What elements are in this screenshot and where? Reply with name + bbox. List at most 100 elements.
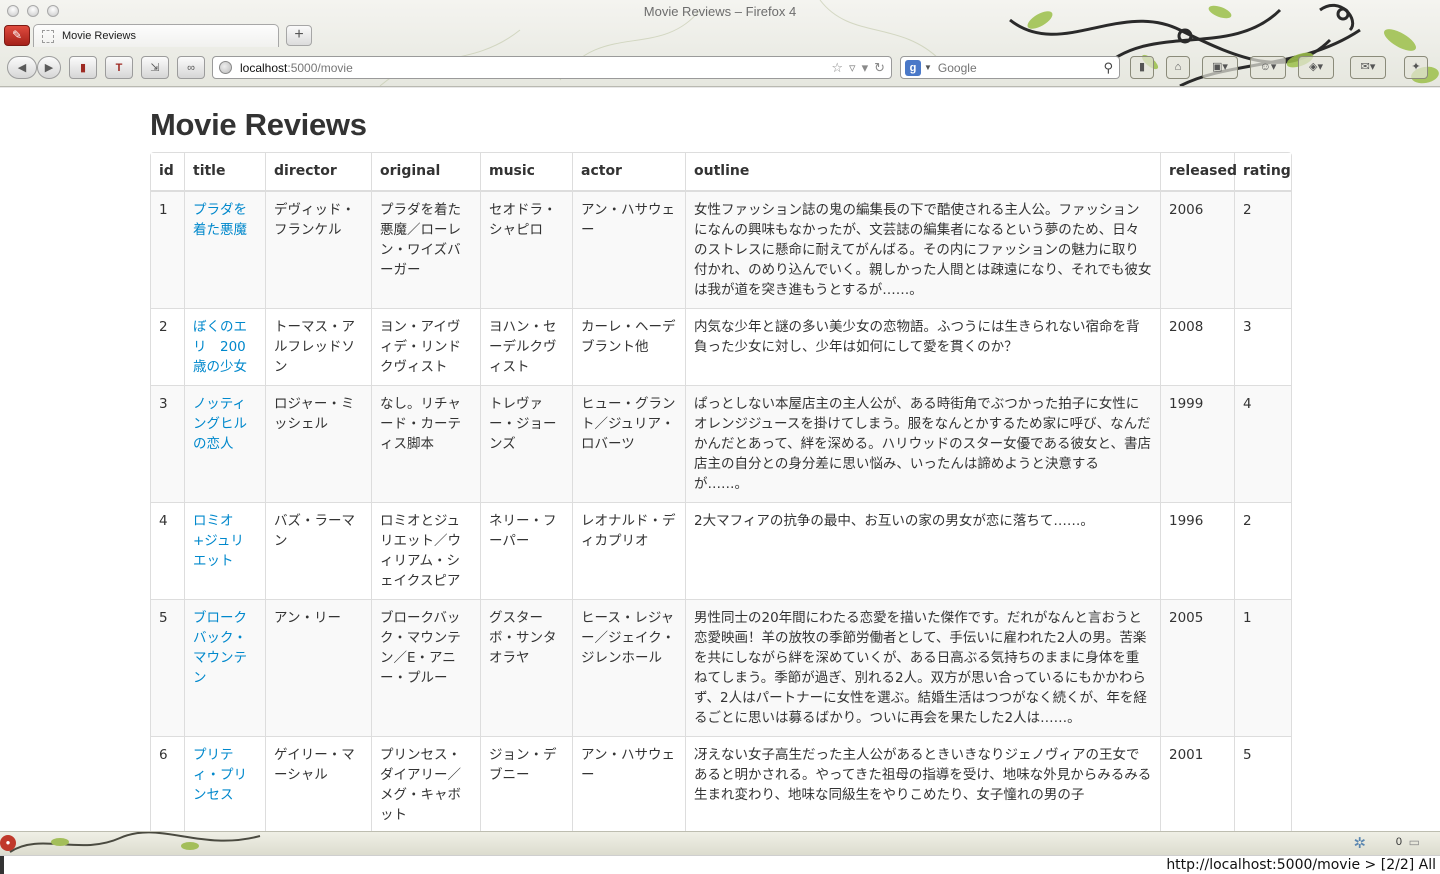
addon-button-1[interactable]: ▮ <box>69 56 97 79</box>
cell-original: プリンセス・ダイアリー／メグ・キャボット <box>371 736 480 831</box>
addon-button-2[interactable]: T <box>105 56 133 79</box>
plugin-button[interactable]: ◈▾ <box>1298 56 1334 79</box>
page-favicon-icon <box>42 29 54 43</box>
addon-dropdown-button[interactable]: ▣▾ <box>1202 56 1238 79</box>
cell-actor: アン・ハサウェー <box>572 191 685 308</box>
cell-director: アン・リー <box>265 599 371 736</box>
addon-button-3[interactable]: ⇲ <box>141 56 169 79</box>
pocket-icon[interactable]: ▿ <box>849 60 856 76</box>
movie-title-link[interactable]: ノッティングヒルの恋人 <box>193 396 247 452</box>
cell-id: 1 <box>151 191 184 308</box>
back-arrow-icon: ◀ <box>17 62 27 74</box>
addon-button-4[interactable]: ∞ <box>177 56 205 79</box>
notification-count: 0 <box>1395 836 1402 848</box>
link-icon: ∞ <box>187 61 195 74</box>
extension-icon: ✦ <box>1411 61 1421 73</box>
status-text: http://localhost:5000/movie > [2/2] All <box>1166 857 1436 873</box>
plugin-icon: ◈▾ <box>1309 61 1323 73</box>
monkey-icon: ☺▾ <box>1259 61 1277 73</box>
cell-director: バズ・ラーマン <box>265 502 371 599</box>
url-bar-icons: ☆ ▿ ▾ ↻ <box>831 60 891 76</box>
chevron-down-icon[interactable]: ▼ <box>924 63 932 72</box>
bookmark-star-icon[interactable]: ☆ <box>831 60 843 76</box>
search-bar[interactable]: g ▼ ⚲ <box>900 56 1120 79</box>
cell-music: ネリー・フーパー <box>480 502 572 599</box>
cell-title: ぼくのエリ 200歳の少女 <box>184 308 265 385</box>
site-identity-icon[interactable] <box>219 61 232 74</box>
forward-button[interactable]: ▶ <box>37 56 61 79</box>
table-header-row: id title director original music actor outline… <box>151 153 1291 191</box>
firefox-app-menu-button[interactable]: ✎ <box>4 25 30 46</box>
dropdown-chevron-icon[interactable]: ▾ <box>862 60 869 76</box>
google-engine-icon[interactable]: g <box>905 59 921 76</box>
url-bar[interactable]: localhost:5000/movie ☆ ▿ ▾ ↻ <box>212 56 892 79</box>
monkey-button[interactable]: ☺▾ <box>1250 56 1286 79</box>
cell-music: セオドラ・シャピロ <box>480 191 572 308</box>
cell-rating: 2 <box>1234 191 1291 308</box>
url-host: localhost <box>240 60 288 75</box>
search-icon[interactable]: ⚲ <box>1103 60 1119 76</box>
new-tab-button[interactable]: + <box>286 25 312 46</box>
home-button[interactable]: ⌂ <box>1166 56 1190 79</box>
cell-rating: 4 <box>1234 385 1291 502</box>
search-input[interactable] <box>937 60 1104 75</box>
cell-music: ヨハン・セーデルクヴィスト <box>480 308 572 385</box>
forward-arrow-icon: ▶ <box>44 62 54 74</box>
cell-id: 5 <box>151 599 184 736</box>
mail-icon: ✉▾ <box>1360 61 1376 73</box>
movie-title-link[interactable]: ブロークバック・マウンテン <box>193 610 247 686</box>
cell-outline: 内気な少年と謎の多い美少女の恋物語。ふつうには生きられない宿命を背負った少女に対… <box>685 308 1160 385</box>
addon-stop-icon[interactable]: ● <box>0 835 16 851</box>
browser-toolbar: Movie Reviews – Firefox 4 ✎ Movie Review… <box>0 0 1440 87</box>
table-row: 5 ブロークバック・マウンテン アン・リー ブロークバック・マウンテン／E・アニー・プ… <box>151 599 1291 736</box>
url-path: :5000/movie <box>287 60 353 75</box>
column-header-actor: actor <box>572 153 685 191</box>
cell-released: 1999 <box>1160 385 1234 502</box>
cell-original: プラダを着た悪魔／ローレン・ワイズバーガー <box>371 191 480 308</box>
cell-id: 3 <box>151 385 184 502</box>
cell-director: トーマス・アルフレッドソン <box>265 308 371 385</box>
cell-rating: 5 <box>1234 736 1291 831</box>
cell-outline: 男性同士の20年間にわたる恋愛を描いた傑作です。だれがなんと言おうと恋愛映画！羊… <box>685 599 1160 736</box>
movie-title-link[interactable]: ぼくのエリ 200歳の少女 <box>193 319 247 375</box>
extra-button[interactable]: ✦ <box>1404 56 1428 79</box>
movie-title-link[interactable]: プリティ・プリンセス <box>193 747 247 803</box>
export-icon: ⇲ <box>150 62 160 74</box>
cell-rating: 2 <box>1234 502 1291 599</box>
cell-outline: ぱっとしない本屋店主の主人公が、ある時街角でぶつかった拍子に女性にオレンジジュー… <box>685 385 1160 502</box>
speech-bubble-icon[interactable]: ▭ <box>1409 835 1420 849</box>
cell-actor: ヒュー・グラント／ジュリア・ロバーツ <box>572 385 685 502</box>
cell-actor: レオナルド・ディカプリオ <box>572 502 685 599</box>
movie-title-link[interactable]: プラダを着た悪魔 <box>193 202 247 238</box>
movie-title-link[interactable]: ロミオ+ジュリエット <box>193 513 244 569</box>
bookmarks-button[interactable]: ▮ <box>1130 56 1154 79</box>
addon-bar-decoration <box>9 832 261 853</box>
column-header-original: original <box>371 153 480 191</box>
table-row: 2 ぼくのエリ 200歳の少女 トーマス・アルフレッドソン ヨン・アイヴィデ・リンドク… <box>151 308 1291 385</box>
status-bar-corner <box>0 856 4 874</box>
cell-released: 2008 <box>1160 308 1234 385</box>
column-header-music: music <box>480 153 572 191</box>
mail-button[interactable]: ✉▾ <box>1350 56 1386 79</box>
status-bar: http://localhost:5000/movie > [2/2] All <box>0 855 1440 874</box>
page-container: Movie Reviews id title director original mus… <box>150 88 1292 831</box>
tab-movie-reviews[interactable]: Movie Reviews <box>33 24 279 47</box>
url-text[interactable]: localhost:5000/movie <box>240 61 831 75</box>
cell-outline: 女性ファッション誌の鬼の編集長の下で酷使される主人公。ファッションになんの興味も… <box>685 191 1160 308</box>
movie-reviews-table: id title director original music actor outline… <box>150 152 1292 831</box>
back-button[interactable]: ◀ <box>7 56 37 79</box>
column-header-title: title <box>184 153 265 191</box>
cell-rating: 1 <box>1234 599 1291 736</box>
gear-icon[interactable]: ✲ <box>1353 834 1366 852</box>
column-header-director: director <box>265 153 371 191</box>
cell-original: ロミオとジュリエット／ウィリアム・シェイクスピア <box>371 502 480 599</box>
cell-actor: ヒース・レジャー／ジェイク・ジレンホール <box>572 599 685 736</box>
book-icon: ▮ <box>79 62 87 74</box>
cell-music: トレヴァー・ジョーンズ <box>480 385 572 502</box>
cell-director: デヴィッド・フランケル <box>265 191 371 308</box>
reload-icon[interactable]: ↻ <box>874 60 885 76</box>
table-row: 6 プリティ・プリンセス ゲイリー・マーシャル プリンセス・ダイアリー／メグ・キャボッ… <box>151 736 1291 831</box>
tool-icon: T <box>115 61 123 74</box>
cell-original: ヨン・アイヴィデ・リンドクヴィスト <box>371 308 480 385</box>
table-row: 1 プラダを着た悪魔 デヴィッド・フランケル プラダを着た悪魔／ローレン・ワイズバーガ… <box>151 191 1291 308</box>
